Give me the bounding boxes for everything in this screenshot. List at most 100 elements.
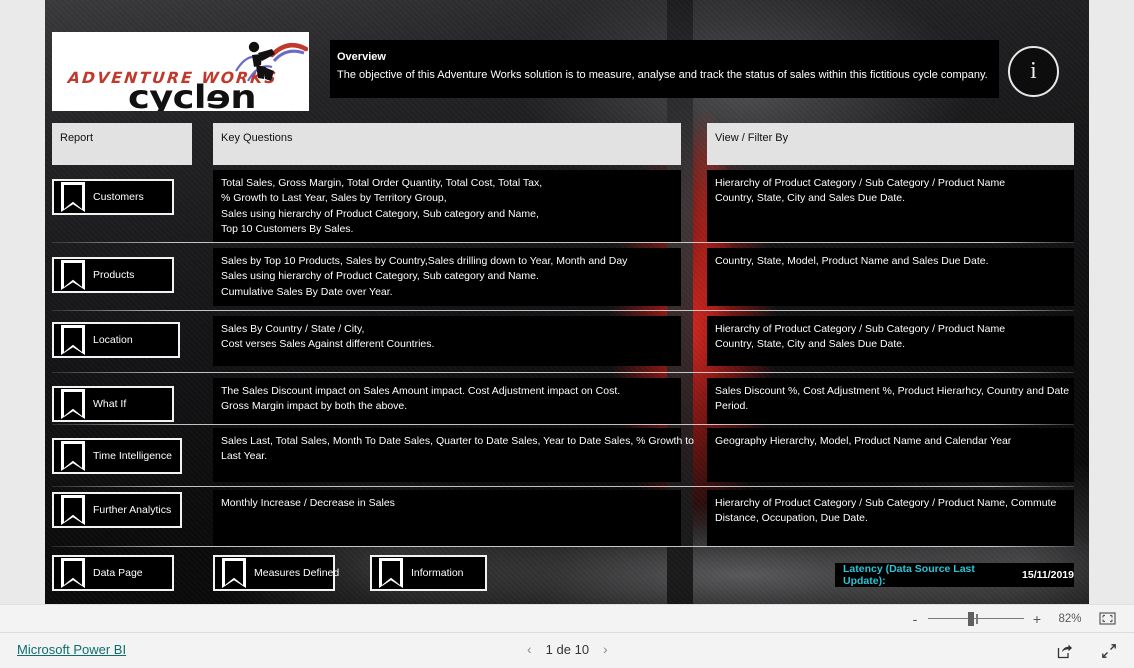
view-filter-line: Country, State, City and Sales Due Date. [715, 338, 906, 351]
adventure-works-logo: ADVENTURE WORKS cyclen [52, 32, 309, 111]
latency-label: Latency (Data Source Last Update): [843, 563, 975, 587]
view-filter-line: Sales Discount %, Cost Adjustment %, Pro… [715, 385, 1070, 397]
bookmark-button-location[interactable]: Location [52, 322, 180, 358]
table-row: Time Intelligence Sales Last, Total Sales… [45, 428, 1089, 482]
view-filter-cell: Hierarchy of Product Category / Sub Cate… [707, 316, 1074, 366]
bookmark-button-customers[interactable]: Customers [52, 179, 174, 215]
key-question-line: Sales By Country / State / City, [221, 323, 365, 335]
table-row: What If The Sales Discount impact on Sale… [45, 378, 1089, 424]
power-bi-link[interactable]: Microsoft Power BI [17, 642, 126, 657]
view-filter-line: Geography Hierarchy, Model, Product Name… [715, 435, 1012, 447]
bookmark-icon [379, 558, 403, 588]
view-filter-line: Period. [715, 400, 749, 413]
key-question-line: Monthly Increase / Decrease in Sales [221, 497, 395, 509]
table-row: Products Sales by Top 10 Products, Sales … [45, 248, 1089, 306]
key-questions-cell: Monthly Increase / Decrease in Sales [213, 490, 681, 546]
table-row: Further Analytics Monthly Increase / Decr… [45, 490, 1089, 546]
bookmark-button-information[interactable]: Information [370, 555, 487, 591]
power-bi-report-viewer: ADVENTURE WORKS cyclen Overview The obje… [0, 0, 1134, 668]
key-questions-cell: Sales By Country / State / City, Cost ver… [213, 316, 681, 366]
row-separator [52, 424, 1074, 425]
key-question-line: Sales using hierarchy of Product Categor… [221, 270, 539, 283]
bookmark-label: Information [411, 567, 464, 579]
view-filter-line: Hierarchy of Product Category / Sub Cate… [715, 323, 1006, 335]
overview-title: Overview [337, 51, 386, 63]
row-separator [52, 546, 1074, 547]
view-filter-cell: Hierarchy of Product Category / Sub Cate… [707, 170, 1074, 242]
overview-description: The objective of this Adventure Works so… [337, 69, 988, 81]
view-filter-cell: Geography Hierarchy, Model, Product Name… [707, 428, 1074, 482]
report-canvas: ADVENTURE WORKS cyclen Overview The obje… [45, 0, 1089, 604]
bookmark-icon [61, 389, 85, 419]
page-indicator: 1 de 10 [545, 641, 590, 657]
row-separator [52, 242, 1074, 243]
key-question-line: Sales by Top 10 Products, Sales by Count… [221, 255, 628, 267]
key-question-line: Gross Margin impact by both the above. [221, 400, 408, 413]
bookmark-icon [222, 558, 246, 588]
key-question-line: Last Year. [221, 450, 268, 463]
status-bar: Microsoft Power BI ‹ 1 de 10 › [0, 632, 1134, 668]
cyclist-icon [235, 41, 308, 82]
share-icon[interactable] [1056, 642, 1074, 660]
overview-panel: Overview The objective of this Adventure… [330, 40, 999, 98]
zoom-slider[interactable] [928, 611, 1024, 626]
fit-to-page-icon[interactable] [1094, 612, 1120, 625]
row-separator [52, 372, 1074, 373]
bookmark-icon [61, 182, 85, 212]
bookmark-label: Location [93, 334, 133, 346]
zoom-percent-label: 82% [1058, 612, 1082, 625]
bookmark-button-data-page[interactable]: Data Page [52, 555, 174, 591]
key-question-line: The Sales Discount impact on Sales Amoun… [221, 385, 621, 397]
latency-badge: Latency (Data Source Last Update): 15/11… [835, 563, 1074, 587]
view-filter-line: Hierarchy of Product Category / Sub Cate… [715, 497, 1057, 509]
status-bar-actions [1056, 642, 1118, 660]
row-separator [52, 310, 1074, 311]
view-filter-line: Country, State, Model, Product Name and … [715, 255, 989, 267]
view-filter-cell: Hierarchy of Product Category / Sub Cate… [707, 490, 1074, 546]
latency-value: 15/11/2019 [1022, 569, 1074, 581]
key-question-line: Sales using hierarchy of Product Categor… [221, 207, 539, 220]
previous-page-button[interactable]: ‹ [527, 641, 532, 657]
view-filter-line: Country, State, City and Sales Due Date. [715, 192, 906, 205]
column-header-view-filter: View / Filter By [707, 123, 1074, 165]
bookmark-button-further-analytics[interactable]: Further Analytics [52, 492, 182, 528]
column-header-key-questions: Key Questions [213, 123, 681, 165]
key-question-line: Total Sales, Gross Margin, Total Order Q… [221, 177, 543, 189]
bookmark-label: Time Intelligence [93, 450, 172, 462]
bookmark-label: Further Analytics [93, 504, 172, 516]
key-question-line: % Growth to Last Year, Sales by Territor… [221, 192, 447, 205]
bookmark-icon [61, 495, 85, 525]
bookmark-button-what-if[interactable]: What If [52, 386, 174, 422]
view-filter-line: Distance, Occupation, Due Date. [715, 512, 868, 525]
page-navigator: ‹ 1 de 10 › [527, 641, 608, 657]
key-questions-cell: The Sales Discount impact on Sales Amoun… [213, 378, 681, 424]
info-button[interactable]: i [1008, 46, 1059, 97]
table-row: Customers Total Sales, Gross Margin, Tota… [45, 170, 1089, 242]
bookmark-button-products[interactable]: Products [52, 257, 174, 293]
bookmark-label: What If [93, 398, 127, 410]
key-question-line: Cost verses Sales Against different Coun… [221, 338, 435, 351]
bookmark-button-measures-defined[interactable]: Measures Defined [213, 555, 339, 591]
table-row: Location Sales By Country / State / City,… [45, 316, 1089, 366]
key-questions-cell: Total Sales, Gross Margin, Total Order Q… [213, 170, 681, 242]
bookmark-icon [61, 441, 85, 471]
view-filter-cell: Country, State, Model, Product Name and … [707, 248, 1074, 306]
row-separator [52, 486, 1074, 487]
bookmark-button-time-intelligence[interactable]: Time Intelligence [52, 438, 182, 474]
view-filter-line: Hierarchy of Product Category / Sub Cate… [715, 177, 1006, 189]
zoom-toolbar: - + 82% [0, 604, 1134, 632]
info-icon: i [1030, 58, 1037, 84]
bookmark-label: Data Page [93, 567, 143, 579]
zoom-slider-handle[interactable] [968, 611, 974, 626]
bookmark-label: Measures Defined [254, 567, 340, 579]
column-header-report: Report [52, 123, 192, 165]
bookmark-icon [61, 558, 85, 588]
key-question-line: Cumulative Sales By Date over Year. [221, 285, 393, 298]
fullscreen-icon[interactable] [1100, 642, 1118, 660]
zoom-out-button[interactable]: - [906, 611, 924, 627]
next-page-button[interactable]: › [603, 641, 608, 657]
zoom-in-button[interactable]: + [1028, 611, 1046, 627]
view-filter-cell: Sales Discount %, Cost Adjustment %, Pro… [707, 378, 1074, 424]
zoom-slider-tick [976, 613, 978, 624]
key-question-line: Sales Last, Total Sales, Month To Date S… [221, 435, 694, 447]
